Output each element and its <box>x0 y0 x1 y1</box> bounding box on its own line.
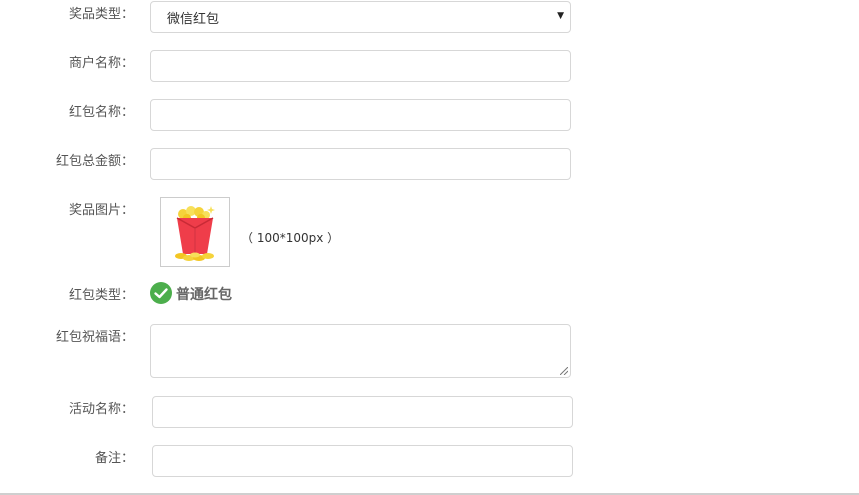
check-circle-icon[interactable] <box>150 282 172 304</box>
remark-label: 备注： <box>94 451 134 466</box>
prize-type-label: 奖品类型： <box>68 7 134 22</box>
redpack-total-input[interactable] <box>150 148 571 180</box>
image-size-hint: （ 100*100px ） <box>241 231 340 245</box>
remark-input[interactable] <box>152 445 573 477</box>
activity-name-label: 活动名称： <box>68 402 134 417</box>
red-packet-image <box>175 206 215 261</box>
merchant-name-input[interactable] <box>150 50 571 82</box>
resize-grip-icon[interactable] <box>560 367 568 375</box>
merchant-name-label: 商户名称： <box>68 56 134 71</box>
blessing-label: 红包祝福语： <box>55 330 134 345</box>
activity-name-input[interactable] <box>152 396 573 428</box>
prize-type-select[interactable]: 微信红包 ▼ <box>150 1 571 33</box>
redpack-type-option[interactable]: 普通红包 <box>176 284 232 304</box>
prize-image-label: 奖品图片： <box>68 203 134 218</box>
blessing-textarea[interactable] <box>150 324 571 378</box>
prize-type-selected-value: 微信红包 <box>167 11 220 27</box>
redpack-type-label: 红包类型： <box>68 288 134 303</box>
redpack-name-input[interactable] <box>150 99 571 131</box>
redpack-name-label: 红包名称： <box>68 105 134 120</box>
prize-image-upload[interactable] <box>160 197 230 267</box>
redpack-total-label: 红包总金额： <box>55 154 134 169</box>
dropdown-arrow-icon: ▼ <box>557 11 564 21</box>
